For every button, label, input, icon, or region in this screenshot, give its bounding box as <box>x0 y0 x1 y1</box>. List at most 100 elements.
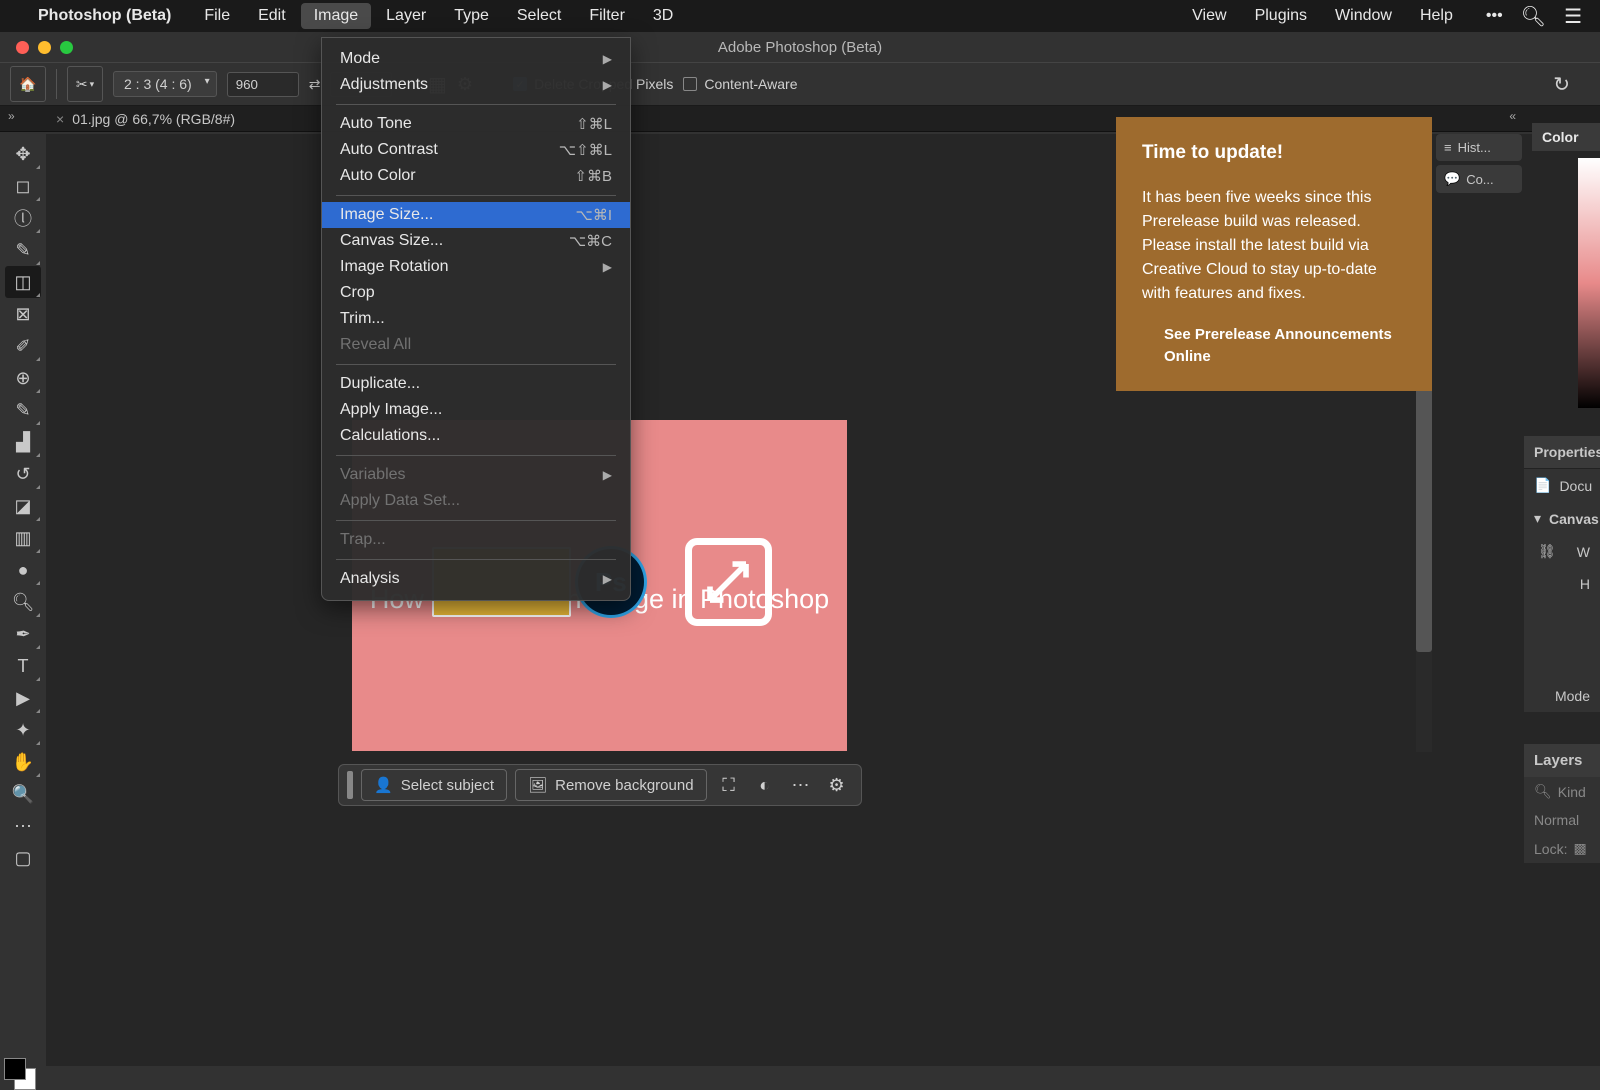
search-icon: 🔍︎ <box>1534 783 1552 800</box>
window-titlebar: Adobe Photoshop (Beta) <box>0 32 1600 62</box>
document-tab[interactable]: 01.jpg @ 66,7% (RGB/8#) <box>72 111 235 127</box>
color-gradient-strip[interactable] <box>1578 158 1600 408</box>
menu-view[interactable]: View <box>1179 3 1239 29</box>
menu-filter[interactable]: Filter <box>576 3 638 29</box>
path-select-tool[interactable]: ▶ <box>5 682 41 714</box>
dodge-tool[interactable]: 🔍︎ <box>5 586 41 618</box>
history-panel-tab[interactable]: ≡Hist... <box>1436 134 1522 161</box>
contextual-task-bar[interactable]: 👤 Select subject 🖼 Remove background ⛶ ◐… <box>338 764 862 806</box>
reset-crop-icon[interactable]: ↻ <box>1553 72 1570 97</box>
adjustment-icon[interactable]: ◐ <box>751 771 779 799</box>
menu-item-image-rotation[interactable]: Image Rotation▶ <box>322 254 630 280</box>
resize-icon <box>685 538 772 626</box>
menu-plugins[interactable]: Plugins <box>1242 3 1320 29</box>
update-notification: Time to update! It has been five weeks s… <box>1116 117 1432 391</box>
select-subject-button[interactable]: 👤 Select subject <box>361 769 507 801</box>
drag-handle-icon[interactable] <box>347 771 353 799</box>
menu-item-analysis[interactable]: Analysis▶ <box>322 566 630 592</box>
brush-tool[interactable]: ✎ <box>5 394 41 426</box>
menu-type[interactable]: Type <box>441 3 502 29</box>
menu-item-duplicate-[interactable]: Duplicate... <box>322 371 630 397</box>
lock-row[interactable]: Lock:▩ <box>1524 834 1600 863</box>
menu-item-mode[interactable]: Mode▶ <box>322 46 630 72</box>
pen-tool[interactable]: ✒ <box>5 618 41 650</box>
zoom-tool[interactable]: 🔍 <box>5 778 41 810</box>
notification-title: Time to update! <box>1142 139 1406 168</box>
move-tool[interactable]: ✥ <box>5 138 41 170</box>
screen-mode[interactable]: ▢ <box>5 842 41 874</box>
expand-panels-icon[interactable]: » <box>8 109 15 123</box>
menu-item-trim-[interactable]: Trim... <box>322 306 630 332</box>
menu-image[interactable]: Image <box>301 3 371 29</box>
frame-tool[interactable]: ⊠ <box>5 298 41 330</box>
crop-width-input[interactable] <box>227 72 299 97</box>
layers-panel-header[interactable]: Layers <box>1524 744 1600 777</box>
menu-layer[interactable]: Layer <box>373 3 439 29</box>
menu-item-auto-contrast[interactable]: Auto Contrast⌥⇧⌘L <box>322 137 630 163</box>
collapse-panels-icon[interactable]: « <box>1509 109 1516 123</box>
canvas-section[interactable]: ▾Canvas <box>1524 502 1600 535</box>
menu-3d[interactable]: 3D <box>640 3 686 29</box>
transform-icon[interactable]: ⛶ <box>715 771 743 799</box>
search-icon[interactable]: 🔍︎ <box>1521 4 1546 29</box>
gradient-tool[interactable]: ▥ <box>5 522 41 554</box>
content-aware-checkbox[interactable]: Content-Aware <box>683 76 797 92</box>
menu-item-apply-image-[interactable]: Apply Image... <box>322 397 630 423</box>
menu-item-calculations-[interactable]: Calculations... <box>322 423 630 449</box>
eraser-tool[interactable]: ◪ <box>5 490 41 522</box>
mode-row: Mode <box>1524 680 1600 712</box>
document-icon: 📄 <box>1534 477 1551 494</box>
hand-tool[interactable]: ✋ <box>5 746 41 778</box>
marquee-tool[interactable]: ◻ <box>5 170 41 202</box>
comment-icon: 💬 <box>1444 171 1460 187</box>
crop-tool-indicator[interactable]: ✂︎▾ <box>67 66 103 102</box>
window-title: Adobe Photoshop (Beta) <box>718 39 882 56</box>
more-icon[interactable]: ••• <box>1486 7 1503 25</box>
menu-item-crop[interactable]: Crop <box>322 280 630 306</box>
maximize-window-button[interactable] <box>60 41 73 54</box>
swap-icon[interactable]: ⇄ <box>309 76 321 93</box>
menu-item-auto-tone[interactable]: Auto Tone⇧⌘L <box>322 111 630 137</box>
shape-tool[interactable]: ✦ <box>5 714 41 746</box>
close-window-button[interactable] <box>16 41 29 54</box>
menu-select[interactable]: Select <box>504 3 574 29</box>
quick-select-tool[interactable]: ✎ <box>5 234 41 266</box>
properties-icon[interactable]: ⚙ <box>823 771 851 799</box>
notification-link[interactable]: See Prerelease Announcements Online <box>1164 324 1406 369</box>
lasso-tool[interactable]: ⓛ <box>5 202 41 234</box>
history-brush-tool[interactable]: ↺ <box>5 458 41 490</box>
image-icon: 🖼 <box>528 776 547 794</box>
ratio-preset-dropdown[interactable]: 2 : 3 (4 : 6) <box>113 71 217 97</box>
minimize-window-button[interactable] <box>38 41 51 54</box>
height-row: H <box>1524 568 1600 600</box>
type-tool[interactable]: T <box>5 650 41 682</box>
edit-toolbar[interactable]: ⋯ <box>5 810 41 842</box>
blend-mode-row[interactable]: Normal <box>1524 806 1600 834</box>
blur-tool[interactable]: ● <box>5 554 41 586</box>
hamburger-icon[interactable]: ☰ <box>1564 4 1582 29</box>
properties-panel-header[interactable]: Properties <box>1524 436 1600 469</box>
close-tab-icon[interactable]: × <box>56 111 64 127</box>
menu-item-adjustments[interactable]: Adjustments▶ <box>322 72 630 98</box>
comments-panel-tab[interactable]: 💬Co... <box>1436 165 1522 193</box>
more-options-icon[interactable]: ⋯ <box>787 771 815 799</box>
layer-filter-row[interactable]: 🔍︎Kind <box>1524 777 1600 806</box>
crop-tool[interactable]: ◫ <box>5 266 41 298</box>
eyedropper-tool[interactable]: ✐ <box>5 330 41 362</box>
healing-tool[interactable]: ⊕ <box>5 362 41 394</box>
menu-help[interactable]: Help <box>1407 3 1466 29</box>
stamp-tool[interactable]: ▟ <box>5 426 41 458</box>
menu-item-image-size-[interactable]: Image Size...⌥⌘I <box>322 202 630 228</box>
link-icon[interactable]: ⛓ <box>1538 543 1556 560</box>
menu-edit[interactable]: Edit <box>245 3 299 29</box>
app-name[interactable]: Photoshop (Beta) <box>38 7 171 25</box>
menu-item-canvas-size-[interactable]: Canvas Size...⌥⌘C <box>322 228 630 254</box>
menu-file[interactable]: File <box>191 3 243 29</box>
color-panel-tab[interactable]: Color <box>1532 123 1600 151</box>
menu-window[interactable]: Window <box>1322 3 1405 29</box>
history-icon: ≡ <box>1444 140 1452 155</box>
menu-item-auto-color[interactable]: Auto Color⇧⌘B <box>322 163 630 189</box>
remove-background-button[interactable]: 🖼 Remove background <box>515 769 706 801</box>
menu-item-trap-: Trap... <box>322 527 630 553</box>
home-button[interactable]: 🏠 <box>10 66 46 102</box>
